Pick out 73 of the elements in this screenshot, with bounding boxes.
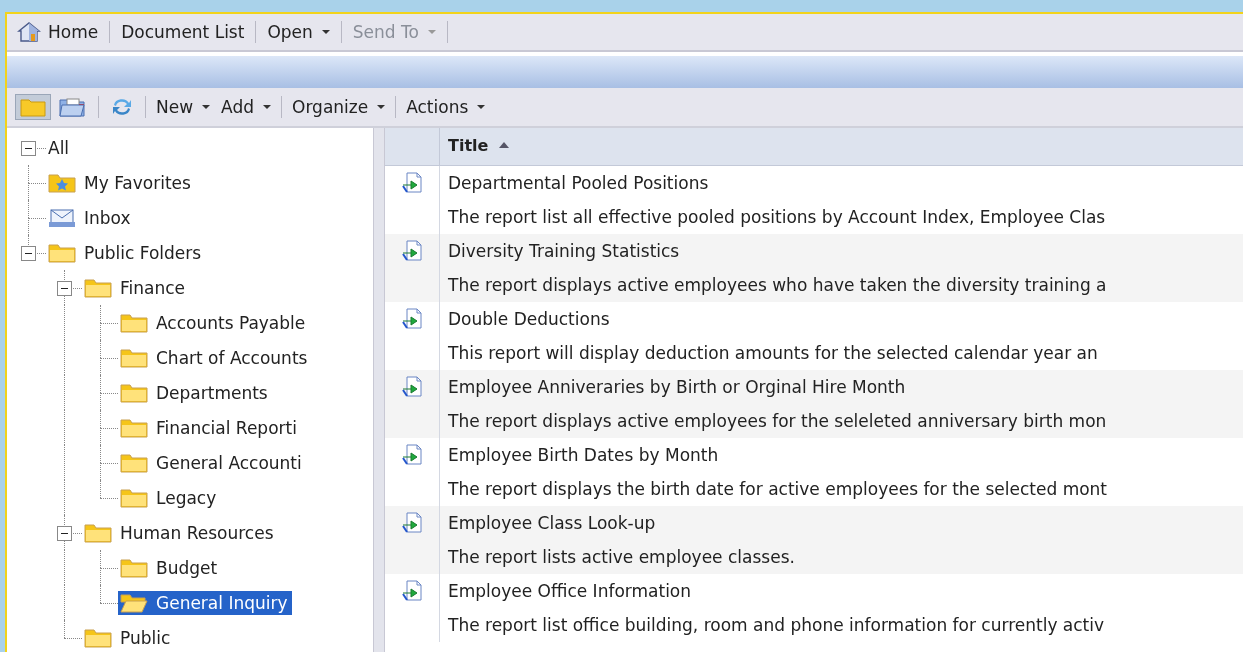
report-title[interactable]: Employee Birth Dates by Month [448, 438, 1108, 472]
report-description: The report displays active employees for the seleleted anniversary birth mon [448, 410, 1107, 433]
folder-icon [120, 312, 148, 333]
folder-icon [84, 522, 112, 543]
report-description: The report list all effective pooled positions by Account Index, Employee Clas [448, 206, 1106, 229]
tree-item[interactable]: Financial Reporti [118, 415, 301, 440]
report-icon [401, 512, 423, 534]
collapse-button[interactable] [21, 246, 36, 261]
tree-item[interactable]: All [46, 135, 74, 160]
report-icon [401, 240, 423, 262]
folder-icon [120, 557, 148, 578]
collapse-button[interactable] [21, 141, 36, 156]
report-description: This report will display deduction amounts for the selected calendar year an [448, 342, 1098, 365]
tree-item[interactable]: Human Resources [82, 520, 278, 545]
tree-item[interactable]: Budget [118, 555, 222, 580]
tree-item[interactable]: Legacy [118, 485, 221, 510]
nav-button[interactable]: Document List [117, 19, 249, 45]
tree-item[interactable]: General Inquiry [118, 590, 292, 615]
tree-item[interactable]: Departments [118, 380, 272, 405]
tree-item[interactable]: Public [82, 625, 175, 650]
tree-item[interactable]: Public Folders [46, 240, 206, 265]
refresh-icon [110, 96, 134, 118]
folder-icon [120, 417, 148, 438]
home-icon [17, 21, 41, 43]
tree-item[interactable]: My Favorites [46, 170, 195, 195]
report-title[interactable]: Employee Class Look-up [448, 506, 795, 540]
star-folder-icon [48, 172, 76, 193]
nav-button[interactable]: Home [13, 18, 103, 46]
report-description: The report displays active employees who have taken the diversity training a [448, 274, 1107, 297]
report-title[interactable]: Diversity Training Statistics [448, 234, 1107, 268]
caret-icon [263, 105, 271, 109]
folder-icon [120, 382, 148, 403]
report-title[interactable]: Employee Anniveraries by Birth or Orginal Hire Month [448, 370, 1107, 404]
caret-icon [202, 105, 211, 109]
folder-icon [48, 242, 76, 263]
open-folder-icon [120, 592, 148, 613]
open-folder-icon [59, 96, 87, 118]
report-icon [401, 172, 423, 194]
tree-item[interactable]: Finance [82, 275, 190, 300]
report-icon [401, 444, 423, 466]
column-header[interactable]: Title [440, 128, 511, 165]
report-title[interactable]: Double Deductions [448, 302, 1098, 336]
caret-icon [377, 105, 386, 109]
tree-item[interactable]: General Accounti [118, 450, 306, 475]
tree-item[interactable]: Inbox [46, 205, 135, 230]
collapse-button[interactable] [57, 281, 72, 296]
menu-button[interactable]: Actions [402, 94, 490, 120]
report-description: The report lists active employee classes. [448, 546, 795, 569]
folder-icon [120, 347, 148, 368]
tree-item[interactable]: Accounts Payable [118, 310, 310, 335]
folder-icon [120, 452, 148, 473]
menu-button[interactable]: New [152, 94, 215, 120]
caret-icon [321, 30, 330, 34]
report-title[interactable]: Employee Office Information [448, 574, 1105, 608]
report-description: The report list office building, room and phone information for currently activ [448, 614, 1105, 637]
folder-icon [20, 97, 46, 117]
sort-ascending-icon [498, 141, 511, 149]
report-title[interactable]: Departmental Pooled Positions [448, 166, 1106, 200]
nav-button[interactable]: Open [263, 19, 334, 45]
caret-icon [477, 105, 486, 109]
report-icon [401, 308, 423, 330]
envelope-icon [48, 207, 76, 228]
report-icon [401, 376, 423, 398]
collapse-button[interactable] [57, 526, 72, 541]
caret-icon [427, 30, 436, 34]
report-description: The report displays the birth date for active employees for the selected mont [448, 478, 1108, 501]
menu-button[interactable]: Organize [288, 94, 390, 120]
tree-item[interactable]: Chart of Accounts [118, 345, 312, 370]
report-icon [401, 580, 423, 602]
folder-icon [120, 487, 148, 508]
folder-icon [84, 277, 112, 298]
menu-button[interactable]: Add [217, 94, 275, 120]
folder-icon [84, 627, 112, 648]
